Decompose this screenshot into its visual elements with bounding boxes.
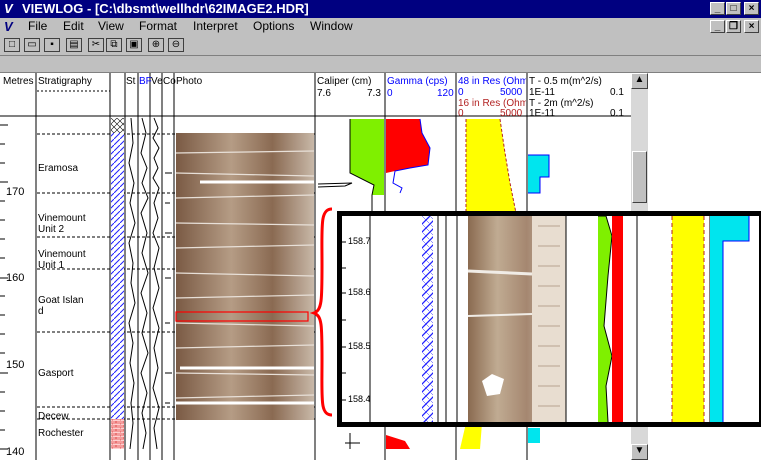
caliper-max: 7.3 xyxy=(367,88,381,99)
zoom-out-icon[interactable]: ⊖ xyxy=(168,38,184,52)
status-strip xyxy=(0,56,761,73)
metres-header: Metres xyxy=(3,76,34,87)
caliper-min: 7.6 xyxy=(317,88,331,99)
menu-bar: V File Edit View Format Interpret Option… xyxy=(0,18,761,36)
menu-edit[interactable]: Edit xyxy=(63,19,84,33)
paste-icon[interactable]: ▣ xyxy=(126,38,142,52)
st-header: St xyxy=(126,76,136,87)
depth-label: 170 xyxy=(6,186,25,198)
formation-label: Vinemount Unit 2 xyxy=(38,213,86,235)
co-header: Co xyxy=(163,76,176,87)
zoom-inset: 158.7 158.6 158.5 158.4 xyxy=(337,211,761,427)
t05-min: 1E-11 xyxy=(529,87,555,98)
formation-label: Goat Islan d xyxy=(38,295,84,317)
zoom-in-icon[interactable]: ⊕ xyxy=(148,38,164,52)
caliper-label: Caliper (cm) xyxy=(317,76,372,87)
depth-label: 140 xyxy=(6,446,25,458)
scroll-thumb[interactable] xyxy=(632,151,647,203)
print-icon[interactable]: ▤ xyxy=(66,38,82,52)
photo-header: Photo xyxy=(176,76,203,87)
copy-icon[interactable]: ⧉ xyxy=(106,38,122,52)
res16-min: 0 xyxy=(458,108,464,119)
doc-minimize-button[interactable]: _ xyxy=(710,20,725,33)
ve-header: Ve xyxy=(151,76,163,87)
bf-header: BF xyxy=(139,76,152,87)
zoom-graphics xyxy=(342,216,750,422)
zoom-depth-label: 158.6 xyxy=(348,287,371,297)
t2-min: 1E-11 xyxy=(529,108,555,119)
t05-max: 0.1 xyxy=(610,87,624,98)
gamma-max: 120 xyxy=(437,88,454,99)
document-icon[interactable]: V xyxy=(4,19,13,34)
open-icon[interactable]: ▭ xyxy=(24,38,40,52)
res48-max: 5000 xyxy=(500,87,523,98)
maximize-button[interactable]: □ xyxy=(726,2,741,15)
scroll-up-button[interactable]: ▲ xyxy=(631,73,648,89)
close-button[interactable]: × xyxy=(744,2,759,15)
title-bar: V VIEWLOG - [C:\dbsmt\wellhdr\62IMAGE2.H… xyxy=(0,0,761,18)
menu-view[interactable]: View xyxy=(98,19,124,33)
toolbar: □ ▭ ▪ ▤ ✂ ⧉ ▣ ⊕ ⊖ xyxy=(0,36,761,56)
scroll-down-button[interactable]: ▼ xyxy=(631,444,648,460)
new-icon[interactable]: □ xyxy=(4,38,20,52)
formation-label: Eramosa xyxy=(38,163,79,174)
doc-restore-button[interactable]: ❐ xyxy=(726,20,741,33)
t05-label: T - 0.5 m(m^2/s) xyxy=(529,76,602,87)
formation-label: Gasport xyxy=(38,368,74,379)
depth-label: 160 xyxy=(6,272,25,284)
doc-close-button[interactable]: × xyxy=(744,20,759,33)
window-title: VIEWLOG - [C:\dbsmt\wellhdr\62IMAGE2.HDR… xyxy=(22,1,309,16)
save-icon[interactable]: ▪ xyxy=(44,38,60,52)
zoom-depth-label: 158.4 xyxy=(348,394,371,404)
minimize-button[interactable]: _ xyxy=(710,2,725,15)
menu-interpret[interactable]: Interpret xyxy=(193,19,238,33)
formation-label: Vinemount Unit 1 xyxy=(38,249,86,271)
app-icon[interactable]: V xyxy=(4,1,13,16)
zoom-depth-label: 158.7 xyxy=(348,236,371,246)
menu-window[interactable]: Window xyxy=(310,19,353,33)
res16-max: 5000 xyxy=(500,108,523,119)
zoom-brace xyxy=(310,207,333,417)
t2-max: 0.1 xyxy=(610,108,624,119)
gamma-min: 0 xyxy=(387,88,393,99)
res48-label: 48 in Res (Ohm- xyxy=(458,76,526,87)
formation-label: Decew xyxy=(38,411,69,422)
menu-file[interactable]: File xyxy=(28,19,47,33)
zoom-depth-label: 158.5 xyxy=(348,341,371,351)
res48-min: 0 xyxy=(458,87,464,98)
depth-label: 150 xyxy=(6,359,25,371)
menu-options[interactable]: Options xyxy=(253,19,294,33)
gamma-label: Gamma (cps) xyxy=(387,76,448,87)
menu-format[interactable]: Format xyxy=(139,19,177,33)
cut-icon[interactable]: ✂ xyxy=(88,38,104,52)
stratigraphy-header: Stratigraphy xyxy=(38,76,92,87)
formation-label: Rochester xyxy=(38,428,84,439)
